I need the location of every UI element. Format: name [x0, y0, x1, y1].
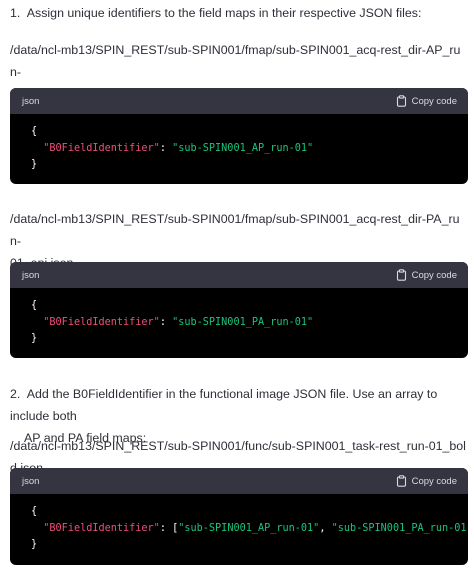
step-1: 1. Assign unique identifiers to the fiel…	[10, 2, 468, 24]
json-key: "B0FieldIdentifier"	[43, 316, 160, 328]
step-text: Add the B0FieldIdentifier in the functio…	[10, 387, 438, 423]
code-block: json Copy code { "B0FieldIdentifier": ["…	[10, 468, 468, 565]
chat-response: 1. Assign unique identifiers to the fiel…	[0, 0, 474, 573]
code-header: json Copy code	[10, 262, 468, 288]
json-value: "sub-SPIN001_PA_run-01"	[331, 522, 468, 534]
json-key: "B0FieldIdentifier"	[43, 142, 160, 154]
file-path-line: /data/ncl-mb13/SPIN_REST/sub-SPIN001/fma…	[10, 212, 460, 248]
copy-code-button[interactable]: Copy code	[396, 269, 457, 281]
json-value: "sub-SPIN001_PA_run-01"	[172, 316, 314, 328]
code-language: json	[22, 475, 40, 487]
clipboard-icon	[396, 95, 406, 107]
code-language: json	[22, 269, 40, 281]
code-content: { "B0FieldIdentifier": "sub-SPIN001_AP_r…	[31, 126, 314, 170]
file-path-line: /data/ncl-mb13/SPIN_REST/sub-SPIN001/fma…	[10, 43, 461, 79]
clipboard-icon	[396, 475, 406, 487]
copy-code-label: Copy code	[411, 95, 457, 107]
step-text: Assign unique identifiers to the field m…	[26, 6, 422, 20]
copy-code-button[interactable]: Copy code	[396, 475, 457, 487]
step-number: 1.	[10, 6, 21, 20]
copy-code-button[interactable]: Copy code	[396, 95, 457, 107]
clipboard-icon	[396, 269, 406, 281]
json-value: "sub-SPIN001_AP_run-01"	[172, 142, 314, 154]
copy-code-label: Copy code	[411, 269, 457, 281]
code-block: json Copy code { "B0FieldIdentifier": "s…	[10, 262, 468, 358]
code-language: json	[22, 95, 40, 107]
json-key: "B0FieldIdentifier"	[43, 522, 160, 534]
step-number: 2.	[10, 387, 21, 401]
code-header: json Copy code	[10, 88, 468, 114]
code-content: { "B0FieldIdentifier": ["sub-SPIN001_AP_…	[10, 494, 468, 554]
code-block: json Copy code { "B0FieldIdentifier": "s…	[10, 88, 468, 184]
copy-code-label: Copy code	[411, 475, 457, 487]
json-value: "sub-SPIN001_AP_run-01"	[178, 522, 320, 534]
code-header: json Copy code	[10, 468, 468, 494]
code-content: { "B0FieldIdentifier": "sub-SPIN001_PA_r…	[31, 300, 314, 344]
